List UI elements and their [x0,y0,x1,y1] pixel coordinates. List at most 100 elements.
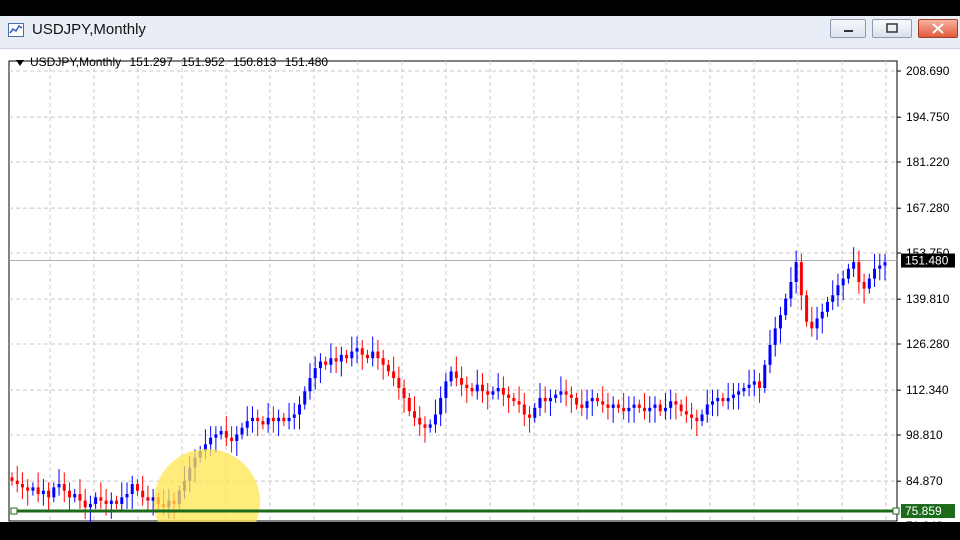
price-axis-label: 98.810 [906,428,943,442]
candle-body [52,487,56,498]
candle-body [219,431,223,435]
candle-body [852,262,856,269]
candle-body [141,490,145,498]
candle-body [763,364,767,388]
price-chart[interactable]: 208.690194.750181.220167.280153.750139.8… [0,49,960,522]
symbol-label: USDJPY,Monthly [30,55,122,69]
candle-body [611,404,615,408]
candle-body [752,381,756,385]
candle-body [386,364,390,372]
candle-body [731,394,735,398]
candle-body [705,404,709,415]
candle-body [308,378,312,392]
candle-body [99,497,103,501]
candle-body [674,401,678,405]
candle-body [250,417,254,422]
candle-body [83,500,87,508]
horizontal-line-label: 75.859 [905,504,942,518]
candle-body [318,361,322,369]
candle-body [695,417,699,422]
chart-window-icon [8,23,24,37]
candle-body [768,344,772,365]
candle-body [20,484,24,488]
price-axis-label: 84.870 [906,474,943,488]
line-handle-right[interactable] [892,507,900,515]
candle-body [758,381,762,388]
candle-body [120,497,124,504]
candle-body [501,387,505,395]
candle-body [867,278,871,289]
bottom-bar [0,522,960,540]
candle-body [402,387,406,398]
candle-body [10,477,14,481]
candle-body [256,417,260,422]
candle-body [68,490,72,498]
minimize-icon [844,30,853,32]
candle-body [433,414,437,425]
candle-body [857,262,861,282]
candle-body [88,503,92,508]
candle-body [799,262,803,296]
candle-body [365,354,369,359]
dropdown-arrow-icon[interactable] [16,59,24,66]
candle-body [444,381,448,398]
candle-body [580,404,584,408]
candle-body [543,397,547,402]
candle-body [277,417,281,422]
maximize-button[interactable] [872,19,912,38]
candle-body [622,407,626,412]
chart-area[interactable]: 208.690 194.750 181.220 167.280 153.750 139.8… [0,49,960,522]
candle-body [418,417,422,425]
high-value: 151.952 [181,55,225,69]
candle-body [271,417,275,422]
candle-body [339,354,343,362]
candle-body [146,497,150,501]
candle-body [658,404,662,412]
plot-frame [8,60,898,522]
title-bar[interactable]: USDJPY,Monthly [0,16,960,49]
price-axis-label: 208.690 [906,64,950,78]
minimize-button[interactable] [830,19,866,38]
candle-body [460,378,464,385]
candle-body [135,484,139,491]
candle-body [873,268,877,279]
candle-body [585,401,589,408]
maximize-icon [886,23,898,33]
candle-body [564,391,568,395]
candle-body [355,348,359,352]
candle-body [616,404,620,408]
candle-body [115,500,119,504]
window-title: USDJPY,Monthly [32,21,146,38]
candle-body [104,500,108,504]
candle-body [784,298,788,316]
candle-body [831,295,835,302]
candle-body [862,281,866,289]
candle-body [130,484,134,494]
candle-body [710,401,714,405]
candle-body [303,391,307,405]
candle-body [512,397,516,402]
candle-body [230,437,234,441]
candle-body [214,434,218,438]
candle-body [648,407,652,412]
candle-body [663,407,667,412]
candle-body [298,404,302,415]
candle-body [496,387,500,392]
close-button[interactable] [918,19,958,38]
chart-window: USDJPY,Monthly 208.690 194.750 181.220 167.… [0,16,960,522]
candle-body [261,421,265,425]
candle-body [334,358,338,362]
line-handle-left[interactable] [10,507,18,515]
candle-body [491,391,495,395]
price-axis-label: 167.280 [906,201,950,215]
candle-body [590,397,594,402]
candle-body [773,328,777,345]
candle-body [371,351,375,359]
candle-body [554,394,558,398]
candle-body [235,434,239,441]
candle-body [345,354,349,359]
candle-body [883,262,887,266]
candle-body [245,421,249,428]
candle-body [517,401,521,405]
candle-body [209,437,213,445]
